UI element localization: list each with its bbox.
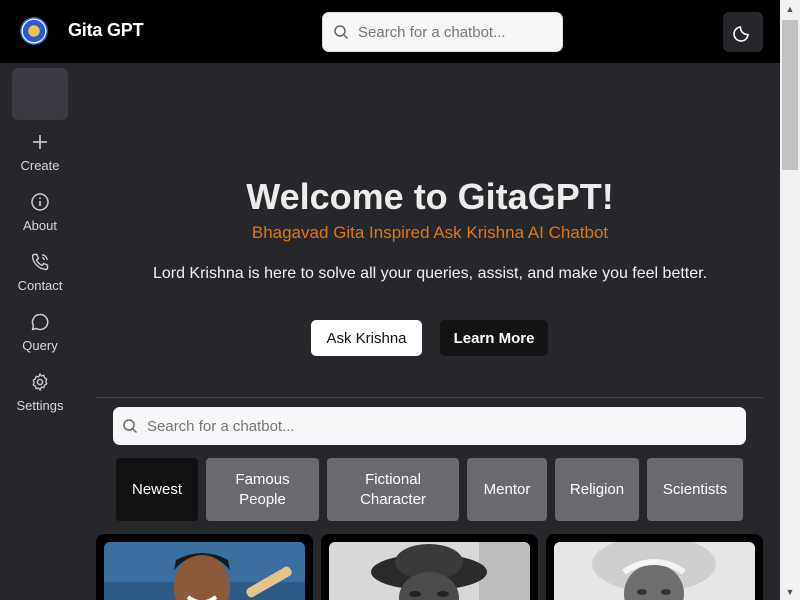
moon-icon (733, 26, 749, 42)
category-newest[interactable]: Newest (116, 458, 198, 521)
scroll-down-arrow-icon[interactable]: ▼ (780, 583, 800, 600)
category-fictional-character[interactable]: Fictional Character (327, 458, 459, 521)
sidebar-item-label: Contact (17, 278, 63, 293)
search-icon (122, 418, 138, 434)
plus-icon (33, 135, 47, 149)
sidebar-item-label: Create (20, 158, 60, 173)
phone-icon (31, 253, 49, 271)
chatbot-search-input[interactable] (147, 417, 727, 435)
hero-subtitle: Bhagavad Gita Inspired Ask Krishna AI Ch… (251, 223, 609, 242)
chatbot-card-image (554, 542, 755, 600)
learn-more-button[interactable]: Learn More (440, 320, 548, 356)
chatbot-search-bar[interactable] (113, 407, 746, 445)
sidebar-item-label: About (23, 218, 57, 233)
page-title: Welcome to GitaGPT! (246, 176, 614, 217)
sidebar-item-create[interactable]: Create (0, 132, 80, 188)
scroll-thumb[interactable] (782, 20, 798, 170)
header-search-bar[interactable] (322, 12, 563, 52)
sidebar-item-about[interactable]: About (0, 192, 80, 248)
chatbot-card-image (329, 542, 530, 600)
theme-toggle-button[interactable] (723, 12, 763, 52)
divider (96, 397, 763, 398)
sidebar-item-label: Settings (16, 398, 64, 413)
ask-krishna-button[interactable]: Ask Krishna (311, 320, 422, 356)
app-title[interactable]: Gita GPT (68, 20, 144, 41)
info-icon (31, 193, 49, 211)
sidebar-item-label: Query (22, 338, 58, 353)
mandala-logo-icon[interactable] (20, 17, 48, 45)
hero-description: Lord Krishna is here to solve all your q… (152, 265, 708, 282)
chatbot-card[interactable] (96, 534, 313, 600)
scroll-up-arrow-icon[interactable]: ▲ (780, 0, 800, 17)
avatar[interactable] (12, 68, 68, 120)
category-scientists[interactable]: Scientists (647, 458, 743, 521)
chatbot-card[interactable] (546, 534, 763, 600)
chatbot-card-image (104, 542, 305, 600)
category-religion[interactable]: Religion (555, 458, 639, 521)
sidebar-item-contact[interactable]: Contact (0, 252, 80, 308)
sidebar: Create About Contact Query Settings (0, 63, 80, 600)
category-famous-people[interactable]: Famous People (206, 458, 319, 521)
sidebar-item-query[interactable]: Query (0, 312, 80, 368)
top-header: Gita GPT (0, 0, 780, 63)
category-mentor[interactable]: Mentor (467, 458, 547, 521)
search-icon (333, 24, 349, 40)
chatbot-card[interactable] (321, 534, 538, 600)
gear-icon (32, 373, 48, 391)
sidebar-item-settings[interactable]: Settings (0, 372, 80, 428)
header-search-input[interactable] (358, 23, 558, 41)
chat-bubble-icon (31, 313, 49, 331)
